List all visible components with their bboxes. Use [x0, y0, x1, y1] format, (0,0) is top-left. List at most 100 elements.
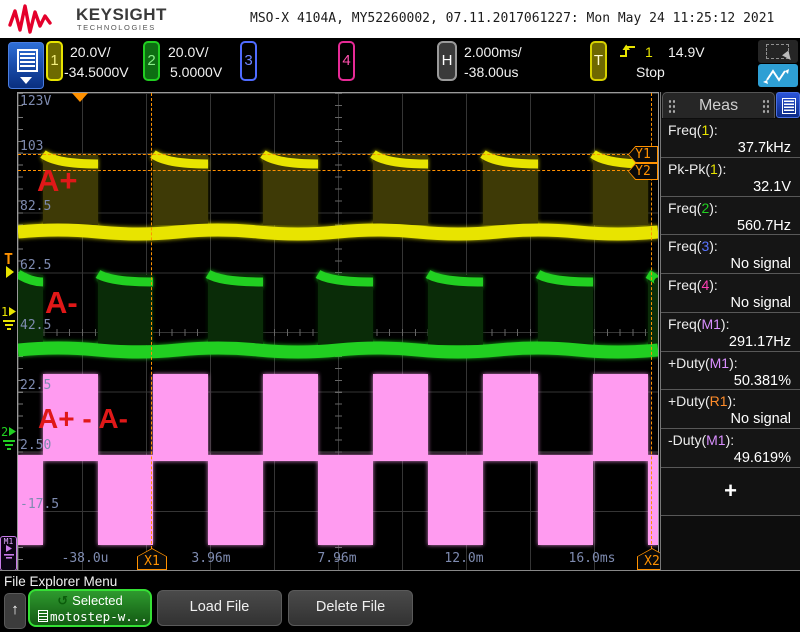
channel-2-ground-marker[interactable]: 2: [0, 424, 17, 454]
cursor-x1-line[interactable]: [151, 93, 152, 549]
toolbar: 1 20.0V/ -34.5000V 2 20.0V/ 5.0000V 3 4 …: [0, 38, 800, 92]
meas-value: No signal: [730, 295, 791, 312]
softkey-menu-title: File Explorer Menu: [4, 574, 118, 589]
meas-row[interactable]: -Duty(M1): 49.619%: [661, 429, 800, 468]
ch1-scale[interactable]: 20.0V/: [70, 44, 110, 60]
meas-value: 291.17Hz: [728, 333, 791, 350]
selected-file-button[interactable]: ↺ Selected motostep-w...: [28, 589, 152, 627]
ch2-offset[interactable]: 5.0000V: [170, 64, 222, 80]
meas-label: -Duty(M1):: [668, 432, 735, 449]
measurement-panel: Meas Freq(1): 37.7kHz Pk-Pk(1): 32.1V Freq(2…: [660, 92, 800, 570]
rising-edge-icon: [620, 44, 635, 57]
trace: [18, 374, 658, 545]
trace: [18, 150, 658, 241]
file-icon: [38, 610, 48, 622]
trigger-level-arrow-icon[interactable]: [6, 266, 14, 278]
meas-rows: Freq(1): 37.7kHz Pk-Pk(1): 32.1V Freq(2): 560…: [661, 119, 800, 468]
trace: [18, 270, 658, 359]
y-axis-label: 22.5: [20, 377, 52, 393]
trigger-time-marker[interactable]: [72, 93, 88, 102]
waveform-area: T 1 2 M1 123V 103 82.5 62.5 42.5 22.5 2.…: [0, 92, 667, 572]
meas-value: No signal: [730, 411, 791, 428]
y-axis-label: 103: [20, 138, 44, 154]
waveform-traces: [18, 150, 658, 545]
ch1-offset[interactable]: -34.5000V: [64, 64, 129, 80]
y-axis-label: 123V: [20, 94, 52, 109]
meas-label: Freq(2):: [668, 199, 718, 216]
ch2-scale[interactable]: 20.0V/: [168, 44, 208, 60]
waveform-drag-icon: [763, 69, 789, 84]
time-axis-label: -38.0u: [61, 551, 109, 566]
meas-row[interactable]: Freq(2): 560.7Hz: [661, 196, 800, 236]
meas-panel-header[interactable]: Meas: [662, 92, 775, 118]
y-axis-label: 2.50: [20, 437, 52, 453]
pointer-arrow-icon: [782, 50, 794, 63]
chevron-down-icon: [20, 77, 32, 84]
y-axis-label: 62.5: [20, 258, 52, 274]
softkey-bar: File Explorer Menu ↑ ↺ Selected motostep-…: [0, 570, 800, 632]
channel-4-button[interactable]: 4: [338, 41, 355, 81]
meas-value: No signal: [730, 256, 791, 273]
channel-1-ground-marker[interactable]: 1: [0, 304, 17, 334]
rotate-knob-icon: ↺: [57, 593, 69, 608]
delete-file-button[interactable]: Delete File: [288, 590, 413, 626]
acquisition-status: Stop: [636, 64, 665, 80]
timebase-delay[interactable]: -38.00us: [464, 64, 518, 80]
load-file-button[interactable]: Load File: [157, 590, 282, 626]
meas-label: +Duty(M1):: [668, 354, 738, 371]
time-axis-label: 3.96m: [191, 551, 231, 566]
meas-row[interactable]: +Duty(R1): No signal: [661, 390, 800, 430]
svg-text:1: 1: [1, 305, 8, 319]
trigger-button[interactable]: T: [590, 41, 607, 81]
main-menu-button[interactable]: [8, 42, 44, 89]
back-up-button[interactable]: ↑: [4, 593, 26, 629]
channel-1-button[interactable]: 1: [46, 41, 63, 81]
time-axis-label: 7.96m: [317, 551, 357, 566]
annotation-a-plus-minus: A+ - A-: [38, 403, 128, 434]
trigger-level: 14.9V: [668, 44, 705, 60]
math-ground-icon: [3, 545, 14, 559]
y-axis-label: 82.5: [20, 198, 52, 214]
meas-value: 37.7kHz: [737, 140, 791, 156]
meas-label: Pk-Pk(1):: [668, 160, 727, 177]
selected-file-name: motostep-w...: [50, 609, 148, 624]
time-axis-label: 16.0ms: [568, 551, 616, 566]
cursor-y2-line[interactable]: [18, 170, 630, 171]
meas-value: 560.7Hz: [736, 217, 791, 234]
meas-label: Freq(1):: [668, 122, 718, 138]
y-axis-label: -17.5: [20, 497, 60, 513]
meas-menu-icon: [782, 98, 796, 114]
meas-value: 50.381%: [733, 372, 791, 389]
meas-label: Freq(M1):: [668, 315, 730, 332]
meas-row[interactable]: +Duty(M1): 50.381%: [661, 351, 800, 391]
channel-3-button[interactable]: 3: [240, 41, 257, 81]
selected-label-row: ↺ Selected: [30, 593, 150, 609]
trigger-source: 1: [645, 44, 653, 60]
timebase-scale[interactable]: 2.000ms/: [464, 44, 522, 60]
meas-row[interactable]: Pk-Pk(1): 32.1V: [661, 157, 800, 197]
menu-icon: [17, 49, 38, 72]
channel-2-button[interactable]: 2: [143, 41, 160, 81]
selected-label: Selected: [72, 593, 123, 608]
add-measurement-button[interactable]: +: [661, 468, 800, 516]
keysight-logo-icon: [8, 4, 52, 34]
annotation-a-plus: A+: [37, 163, 78, 198]
meas-row[interactable]: Freq(4): No signal: [661, 274, 800, 313]
oscilloscope-screen: KEYSIGHT TECHNOLOGIES MSO-X 4104A, MY522…: [0, 0, 800, 632]
selected-file-row: motostep-w...: [38, 609, 148, 624]
meas-menu-button[interactable]: [776, 92, 800, 118]
meas-row[interactable]: Freq(M1): 291.17Hz: [661, 312, 800, 352]
meas-row[interactable]: Freq(3): No signal: [661, 235, 800, 275]
horizontal-button[interactable]: H: [437, 41, 457, 81]
touch-drag-button[interactable]: [758, 64, 798, 87]
cursor-y1-line[interactable]: [18, 154, 630, 155]
zoom-region-button[interactable]: [758, 40, 798, 63]
brand-name: KEYSIGHT: [76, 5, 167, 24]
math-m1-ground-marker[interactable]: M1: [0, 536, 17, 571]
meas-row[interactable]: Freq(1): 37.7kHz: [661, 119, 800, 158]
meas-label: Freq(3):: [668, 238, 718, 255]
drag-grip-icon: [762, 99, 769, 113]
instrument-title: MSO-X 4104A, MY52260002, 07.11.201706122…: [250, 11, 775, 26]
graticule[interactable]: 123V 103 82.5 62.5 42.5 22.5 2.50 -17.5 -38.0u 3…: [17, 92, 667, 572]
meas-label: +Duty(R1):: [668, 393, 737, 410]
